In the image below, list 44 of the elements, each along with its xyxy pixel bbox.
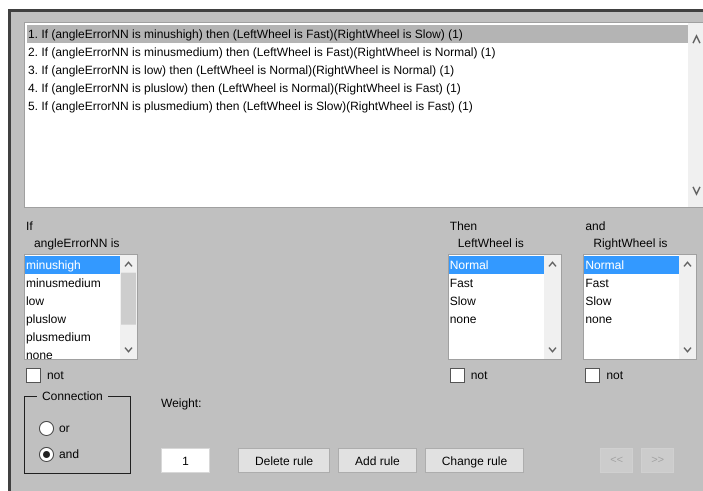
action-button[interactable]: Add rule xyxy=(338,448,417,473)
list-option[interactable]: low xyxy=(25,292,120,310)
list-option[interactable]: Fast xyxy=(584,274,680,292)
list-option[interactable]: Fast xyxy=(448,274,544,292)
list-option[interactable]: Slow xyxy=(448,292,544,310)
radio-label: or xyxy=(59,420,70,437)
list-option[interactable]: plusmedium xyxy=(25,328,120,346)
checkbox[interactable] xyxy=(585,368,600,382)
list-option[interactable]: Slow xyxy=(584,292,680,310)
rule-item[interactable]: 1. If (angleErrorNN is minushigh) then (LeftWheel is Fast)(RightWheel is Slow) (1) xyxy=(27,25,688,43)
rule-item[interactable]: 5. If (angleErrorNN is plusmedium) then (LeftWheel is Slow)(RightWheel is Fast) (1) xyxy=(27,97,688,115)
column-heading: If xyxy=(26,218,34,235)
column-heading: and xyxy=(585,218,606,235)
checkbox-label: not xyxy=(606,367,624,384)
scrollbar-drawing[interactable] xyxy=(688,23,703,207)
rule-item[interactable]: 3. If (angleErrorNN is low) then (LeftWheel is Normal)(RightWheel is Normal) (1) xyxy=(27,61,688,79)
weight-field[interactable]: 1 xyxy=(161,448,210,473)
variable-label: LeftWheel is xyxy=(458,235,525,252)
rule-item[interactable]: 4. If (angleErrorNN is pluslow) then (LeftWheel is Normal)(RightWheel is Fast) (1) xyxy=(27,79,688,97)
checkbox[interactable] xyxy=(450,368,465,382)
variable-label: angleErrorNN is xyxy=(34,235,120,252)
checkbox[interactable] xyxy=(26,368,41,382)
variable-label: RightWheel is xyxy=(593,235,668,252)
checkbox-label: not xyxy=(47,367,64,384)
option-list[interactable]: Normal Fast Slow none xyxy=(583,254,698,360)
radio-button[interactable] xyxy=(39,420,54,436)
list-option[interactable]: pluslow xyxy=(25,310,120,328)
radio-button[interactable] xyxy=(39,446,54,462)
scrollbar-drawing[interactable] xyxy=(679,255,696,359)
checkbox-label: not xyxy=(470,367,488,384)
column-heading: Then xyxy=(450,218,478,235)
list-option[interactable]: none xyxy=(25,346,120,359)
rule-item[interactable]: 2. If (angleErrorNN is minusmedium) then (LeftWheel is Fast)(RightWheel is Normal) (1) xyxy=(27,43,688,61)
list-option[interactable]: none xyxy=(584,310,680,328)
action-button[interactable]: Change rule xyxy=(424,448,524,473)
weight-label: Weight: xyxy=(161,395,202,412)
action-button[interactable]: Delete rule xyxy=(238,448,330,473)
option-list[interactable]: Normal Fast Slow none xyxy=(448,254,562,360)
radio-label: and xyxy=(59,446,80,463)
list-option[interactable]: none xyxy=(448,310,544,328)
scrollbar-drawing[interactable] xyxy=(120,255,137,359)
list-option[interactable]: minusmedium xyxy=(25,274,120,292)
rule-list[interactable] xyxy=(24,22,703,208)
scrollbar-drawing[interactable] xyxy=(544,255,561,359)
